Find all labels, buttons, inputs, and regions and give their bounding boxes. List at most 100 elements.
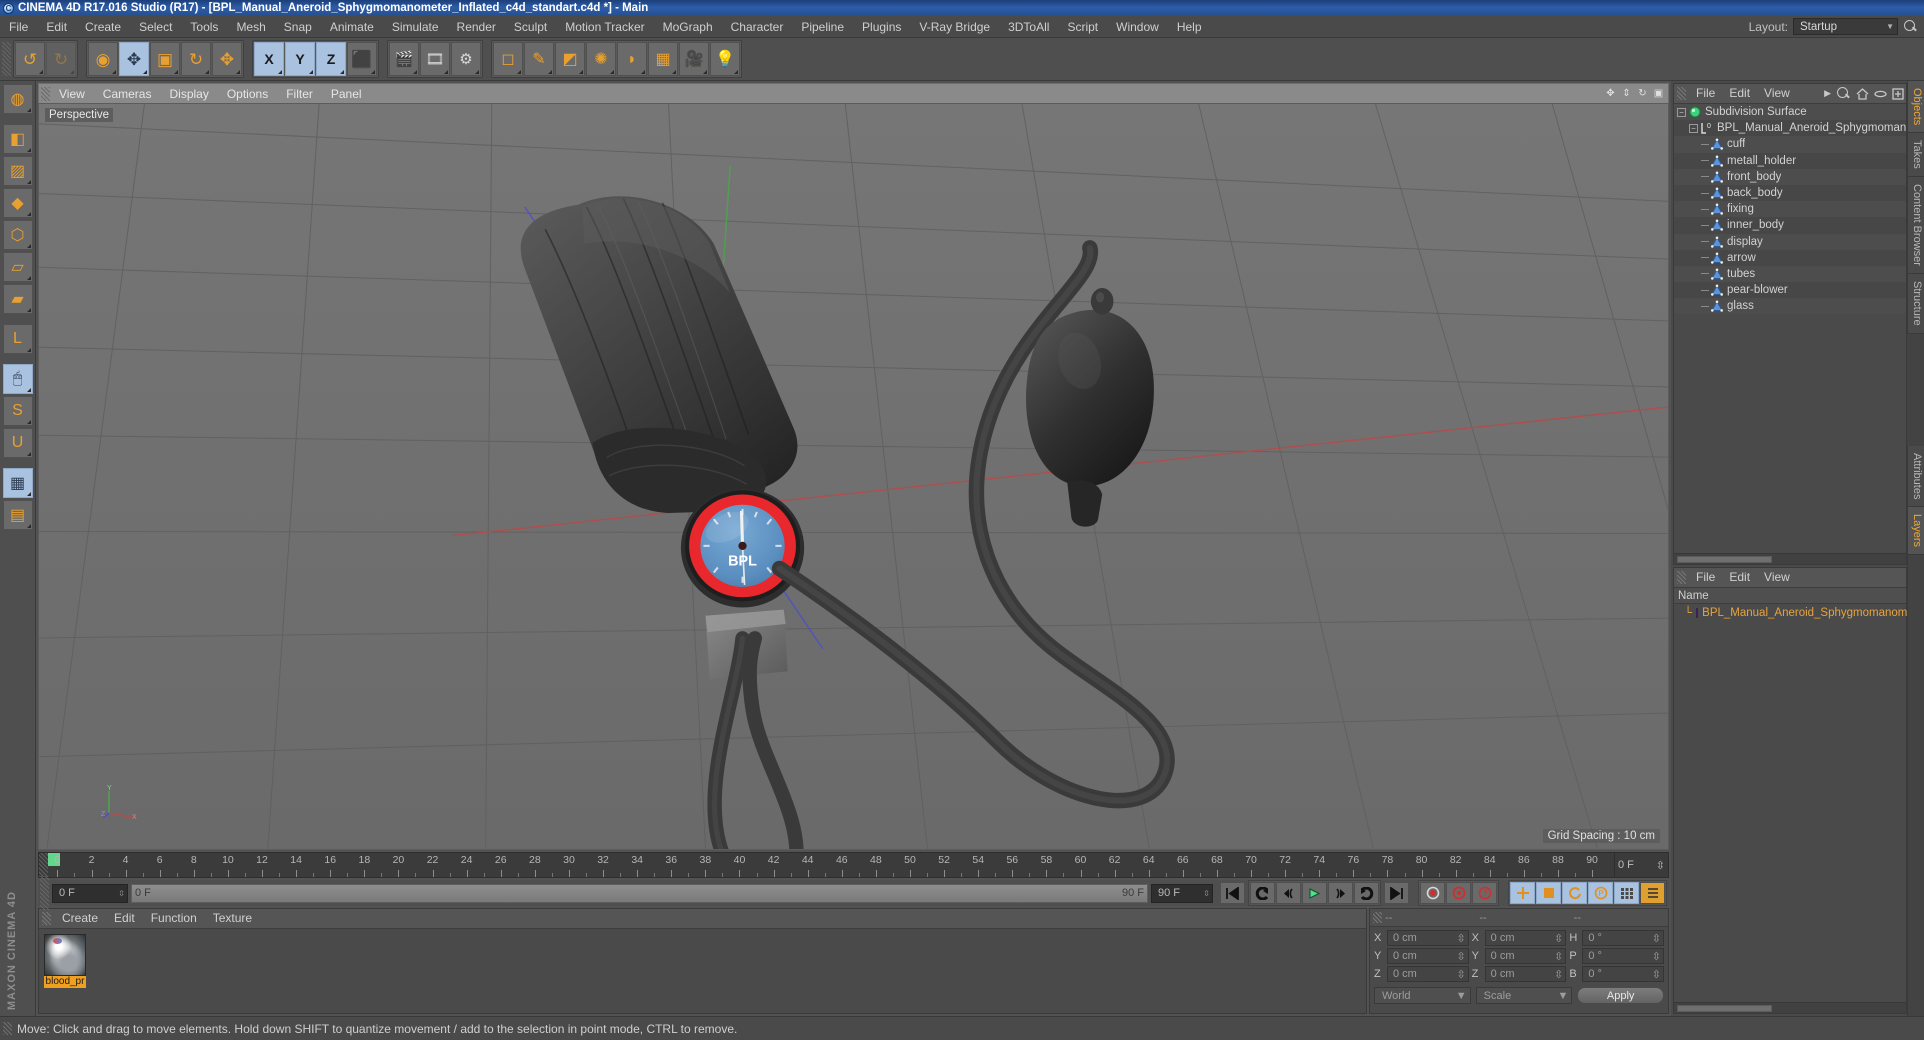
scale-key-button[interactable] <box>1536 882 1561 904</box>
spinner-icon[interactable]: ⇳ <box>1456 932 1465 945</box>
viewport-menu-view[interactable]: View <box>50 85 94 103</box>
y-axis-lock[interactable]: Y <box>285 42 315 76</box>
viewport-menu-display[interactable]: Display <box>160 85 217 103</box>
new-tab-icon[interactable] <box>1892 87 1904 100</box>
polygon-mode-button[interactable]: ◆ <box>2 188 33 218</box>
object-manager-grip[interactable] <box>1677 87 1686 100</box>
axis-mode-button[interactable]: L <box>2 324 33 354</box>
timeline-grip[interactable] <box>39 853 48 877</box>
coord-size-input-y[interactable]: 0 cm ⇳ <box>1484 948 1567 964</box>
go-to-end-button[interactable] <box>1354 882 1379 904</box>
previous-frame-button[interactable] <box>1276 882 1301 904</box>
menu-item-plugins[interactable]: Plugins <box>853 16 910 38</box>
end-frame-input[interactable]: 90 F ⇳ <box>1151 883 1213 903</box>
object-manager-scrollbar[interactable] <box>1674 553 1906 564</box>
render-settings-button[interactable]: ⚙ <box>451 42 481 76</box>
live-selection-tool[interactable]: ◉ <box>88 42 118 76</box>
coord-size-input-x[interactable]: 0 cm ⇳ <box>1484 930 1567 946</box>
viewport-grip[interactable] <box>41 86 50 101</box>
spinner-icon[interactable]: ⇳ <box>1554 950 1563 963</box>
object-row[interactable]: tubes <box>1674 265 1906 283</box>
menu-item-mesh[interactable]: Mesh <box>227 16 274 38</box>
timeline-ticks[interactable]: 0 2 4 6 8 10 12 14 16 18 20 22 24 26 28 30 32 34 36 38 40 42 4… <box>48 853 1614 877</box>
coordinate-system-dropdown[interactable]: World ▼ <box>1374 987 1471 1004</box>
rotate-tool[interactable]: ↻ <box>181 42 211 76</box>
current-frame-input[interactable]: 0 F ⇳ <box>52 883 128 903</box>
add-environment-button[interactable]: ▦ <box>648 42 678 76</box>
menu-item-tools[interactable]: Tools <box>181 16 227 38</box>
object-menu-view[interactable]: View <box>1757 84 1797 103</box>
apply-button[interactable]: Apply <box>1577 987 1665 1004</box>
menu-item-simulate[interactable]: Simulate <box>383 16 448 38</box>
layer-rows[interactable]: └ BPL_Manual_Aneroid_Sphygmomanom <box>1674 604 1907 1002</box>
spinner-icon[interactable]: ⇳ <box>1456 968 1465 981</box>
polygon-face-mode-button[interactable]: ▰ <box>2 284 33 314</box>
object-row[interactable]: glass <box>1674 298 1906 315</box>
object-menu-edit[interactable]: Edit <box>1722 84 1757 103</box>
workplane-lock-button[interactable]: ▦ <box>2 468 33 498</box>
coord-size-input-z[interactable]: 0 cm ⇳ <box>1484 966 1567 982</box>
rotate-viewport-icon[interactable]: ↻ <box>1637 88 1648 99</box>
animbar-grip[interactable] <box>40 876 49 910</box>
point-mode-button[interactable]: ⬡ <box>2 220 33 250</box>
spinner-icon[interactable]: ⇳ <box>1203 889 1210 897</box>
object-row[interactable]: inner_body <box>1674 217 1906 234</box>
menu-item-v-ray-bridge[interactable]: V-Ray Bridge <box>910 16 999 38</box>
autokeying-button[interactable] <box>1446 882 1471 904</box>
spinner-icon[interactable]: ⇳ <box>1656 859 1665 872</box>
add-spline-button[interactable]: ✎ <box>524 42 554 76</box>
menu-item-motion-tracker[interactable]: Motion Tracker <box>556 16 653 38</box>
material-menu-edit[interactable]: Edit <box>106 909 143 928</box>
go-to-start-button[interactable] <box>1220 882 1245 904</box>
object-row[interactable]: back_body <box>1674 184 1906 202</box>
tree-expander[interactable]: − <box>1689 123 1698 133</box>
coord-rotation-input-b[interactable]: 0 ° ⇳ <box>1582 966 1665 982</box>
transform-mode-dropdown[interactable]: Scale ▼ <box>1475 987 1573 1004</box>
search-icon[interactable] <box>1836 86 1851 101</box>
move-duplicate-tool[interactable]: ✥ <box>212 42 242 76</box>
menu-item-edit[interactable]: Edit <box>37 16 76 38</box>
edge-mode-button[interactable]: ▱ <box>2 252 33 282</box>
add-generator-button[interactable]: ◩ <box>555 42 585 76</box>
texture-axis-tool[interactable]: ◍ <box>2 84 33 114</box>
material-menu-function[interactable]: Function <box>143 909 205 928</box>
viewport-menu-cameras[interactable]: Cameras <box>94 85 161 103</box>
layout-dropdown[interactable]: Startup ▼ <box>1793 18 1898 35</box>
spinner-icon[interactable]: ⇳ <box>1554 932 1563 945</box>
play-backwards-button[interactable] <box>1250 882 1275 904</box>
model-mode-button[interactable]: ◧ <box>2 124 33 154</box>
object-row[interactable]: cuff <box>1674 136 1906 153</box>
perspective-viewport[interactable]: Perspective Grid Spacing : 10 cm BPL Y X… <box>38 103 1669 850</box>
layer-menu-view[interactable]: View <box>1757 568 1797 587</box>
spinner-icon[interactable]: ⇳ <box>1456 950 1465 963</box>
layer-menu-edit[interactable]: Edit <box>1722 568 1757 587</box>
maximize-viewport-icon[interactable]: ▣ <box>1653 88 1664 99</box>
viewport-menu-options[interactable]: Options <box>218 85 277 103</box>
material-menu-texture[interactable]: Texture <box>205 909 260 928</box>
layer-row[interactable]: └ BPL_Manual_Aneroid_Sphygmomanom <box>1674 604 1907 621</box>
object-row[interactable]: − Subdivision Surface <box>1674 104 1906 121</box>
menu-item-sculpt[interactable]: Sculpt <box>505 16 556 38</box>
render-view-button[interactable]: 🎬 <box>389 42 419 76</box>
viewport-menu-panel[interactable]: Panel <box>322 85 371 103</box>
add-scene-object-button[interactable]: ◗ <box>617 42 647 76</box>
home-icon[interactable] <box>1856 87 1869 100</box>
spinner-icon[interactable]: ⇳ <box>1652 932 1661 945</box>
enable-axis-button[interactable]: S <box>2 396 33 426</box>
menu-item-render[interactable]: Render <box>448 16 505 38</box>
object-row[interactable]: pear-blower <box>1674 282 1906 299</box>
z-axis-lock[interactable]: Z <box>316 42 346 76</box>
menu-item-create[interactable]: Create <box>76 16 130 38</box>
spinner-icon[interactable]: ⇳ <box>1554 968 1563 981</box>
undo-button[interactable]: ↺ <box>15 42 45 76</box>
go-to-end-frame-button[interactable] <box>1384 882 1409 904</box>
layer-manager-scrollbar[interactable] <box>1674 1002 1906 1013</box>
move-viewport-icon[interactable]: ✥ <box>1605 88 1616 99</box>
coordinates-grip[interactable] <box>1373 912 1382 923</box>
coord-position-input-y[interactable]: 0 cm ⇳ <box>1387 948 1469 964</box>
timeline-frame-field[interactable]: 0 F ⇳ <box>1614 853 1668 877</box>
right-tab-content-browser[interactable]: Content Browser <box>1907 177 1924 274</box>
layer-menu-file[interactable]: File <box>1689 568 1722 587</box>
snap-toggle-button[interactable]: U <box>2 428 33 458</box>
world-object-coordinate-toggle[interactable]: ⬛ <box>347 42 377 76</box>
